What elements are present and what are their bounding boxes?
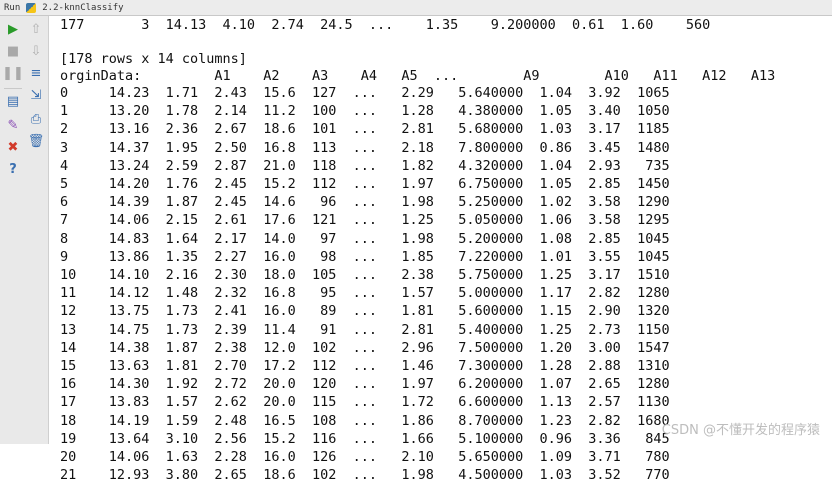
table-row: 0 14.23 1.71 2.43 15.6 127 ... 2.29 5.64… <box>60 85 670 101</box>
run-toolbar: ▶ ■ ❚❚ ▤ ✎ ✖ ? ⇧ ⇩ ≡ ⇲ ⎙ 🗑 <box>0 16 49 444</box>
pause-icon[interactable]: ❚❚ <box>2 66 24 82</box>
console-output[interactable]: 177 3 14.13 4.10 2.74 24.5 ... 1.35 9.20… <box>50 16 832 483</box>
toolbar-divider <box>4 88 22 89</box>
pin-icon[interactable]: ✎ <box>5 118 21 134</box>
table-row: 12 13.75 1.73 2.41 16.0 89 ... 1.81 5.60… <box>60 303 670 320</box>
help-icon[interactable]: ? <box>5 162 21 178</box>
stop-icon[interactable]: ■ <box>5 44 21 60</box>
scroll-end-icon[interactable]: ⇲ <box>28 88 44 104</box>
table-row: 10 14.10 2.16 2.30 18.0 105 ... 2.38 5.7… <box>60 267 670 284</box>
table-row: 11 14.12 1.48 2.32 16.8 95 ... 1.57 5.00… <box>60 285 670 302</box>
down-arrow-icon[interactable]: ⇩ <box>28 44 44 60</box>
run-config-title[interactable]: 2.2-knnClassify <box>42 3 123 13</box>
console-summary: [178 rows x 14 columns] <box>60 51 247 67</box>
close-icon[interactable]: ✖ <box>5 140 21 156</box>
table-row: 13 14.75 1.73 2.39 11.4 91 ... 2.81 5.40… <box>60 321 670 338</box>
trash-icon[interactable]: 🗑 <box>28 134 45 150</box>
watermark: CSDN @不懂开发的程序猿 <box>661 423 820 438</box>
soft-wrap-icon[interactable]: ≡ <box>28 66 44 82</box>
run-icon[interactable]: ▶ <box>5 22 21 38</box>
table-row: 6 14.39 1.87 2.45 14.6 96 ... 1.98 5.250… <box>60 194 670 211</box>
table-row: 8 14.83 1.64 2.17 14.0 97 ... 1.98 5.200… <box>60 230 670 247</box>
console-line-prev-row: 177 3 14.13 4.10 2.74 24.5 ... 1.35 9.20… <box>60 17 711 33</box>
table-row: 2 13.16 2.36 2.67 18.6 101 ... 2.81 5.68… <box>60 121 670 138</box>
table-row: 4 13.24 2.59 2.87 21.0 118 ... 1.82 4.32… <box>60 157 670 174</box>
console-rows: 0 14.23 1.71 2.43 15.6 127 ... 2.29 5.64… <box>60 84 670 484</box>
table-row: 1 13.20 1.78 2.14 11.2 100 ... 1.28 4.38… <box>60 103 670 120</box>
run-title-bar: Run 2.2-knnClassify <box>0 0 832 16</box>
console-header: orginData: A1 A2 A3 A4 A5 ... A9 A10 A11… <box>60 68 776 84</box>
up-arrow-icon[interactable]: ⇧ <box>28 22 44 38</box>
table-row: 17 13.83 1.57 2.62 20.0 115 ... 1.72 6.6… <box>60 394 670 411</box>
run-label: Run <box>4 2 21 13</box>
table-row: 14 14.38 1.87 2.38 12.0 102 ... 2.96 7.5… <box>60 339 670 356</box>
table-row: 5 14.20 1.76 2.45 15.2 112 ... 1.97 6.75… <box>60 176 670 193</box>
table-row: 3 14.37 1.95 2.50 16.8 113 ... 2.18 7.80… <box>60 139 670 156</box>
table-row: 7 14.06 2.15 2.61 17.6 121 ... 1.25 5.05… <box>60 212 670 229</box>
table-row: 9 13.86 1.35 2.27 16.0 98 ... 1.85 7.220… <box>60 248 670 265</box>
table-row: 19 13.64 3.10 2.56 15.2 116 ... 1.66 5.1… <box>60 430 670 447</box>
print-icon[interactable]: ⎙ <box>28 112 44 128</box>
layout-icon[interactable]: ▤ <box>5 94 21 110</box>
table-row: 20 14.06 1.63 2.28 16.0 126 ... 2.10 5.6… <box>60 449 670 466</box>
python-file-icon <box>26 2 37 13</box>
table-row: 18 14.19 1.59 2.48 16.5 108 ... 1.86 8.7… <box>60 412 670 429</box>
table-row: 15 13.63 1.81 2.70 17.2 112 ... 1.46 7.3… <box>60 358 670 375</box>
table-row: 16 14.30 1.92 2.72 20.0 120 ... 1.97 6.2… <box>60 376 670 393</box>
table-row: 21 12.93 3.80 2.65 18.6 102 ... 1.98 4.5… <box>60 467 670 484</box>
